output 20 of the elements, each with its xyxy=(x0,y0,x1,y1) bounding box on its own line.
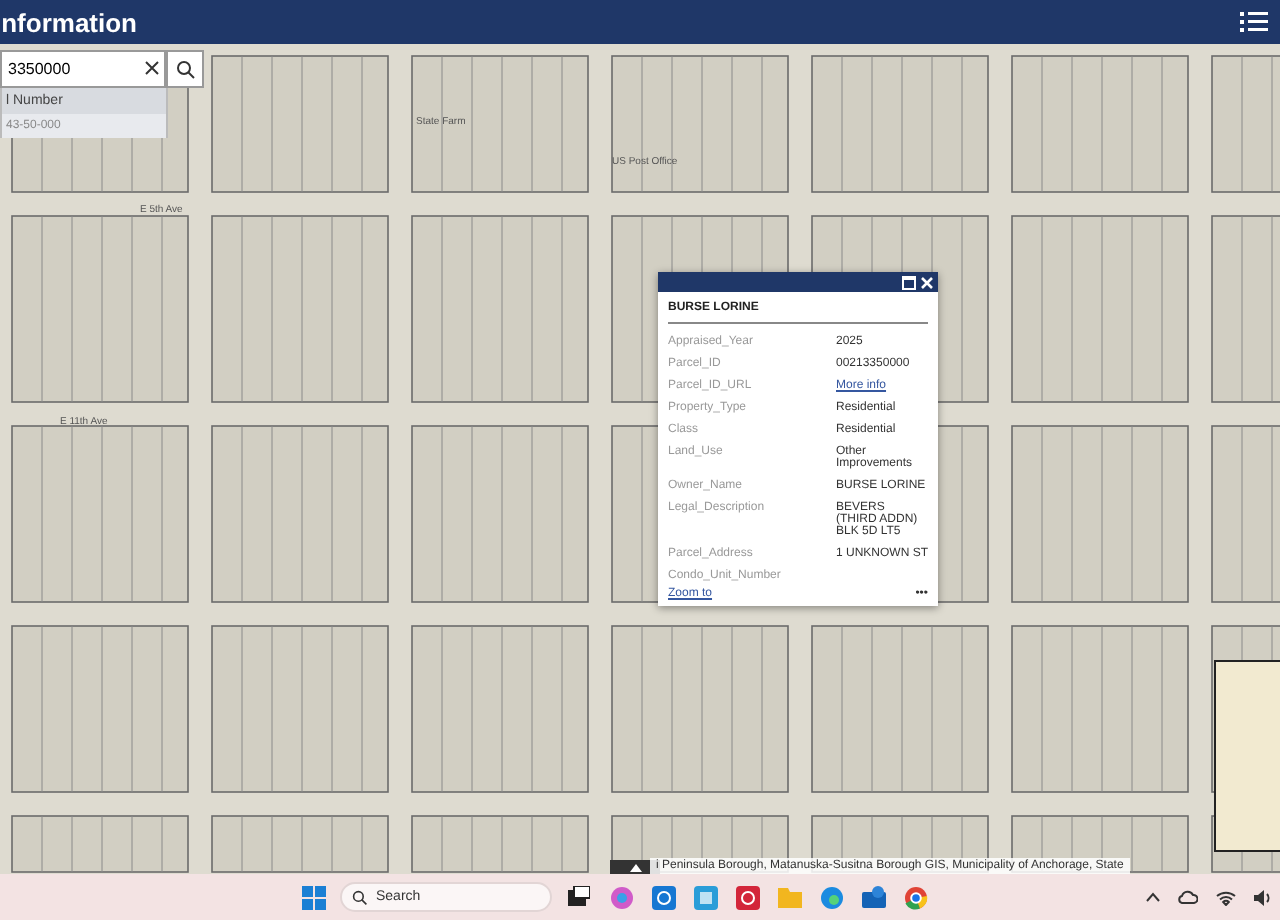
browser-icon[interactable] xyxy=(816,882,846,912)
app-icon[interactable] xyxy=(732,882,762,912)
maximize-icon[interactable] xyxy=(902,275,916,289)
clear-icon[interactable] xyxy=(144,60,160,76)
windows-icon[interactable] xyxy=(298,882,328,912)
chevron-up-icon[interactable] xyxy=(1146,892,1160,902)
cloud-icon[interactable] xyxy=(1178,890,1198,904)
search-button[interactable] xyxy=(166,50,204,88)
app-icon[interactable] xyxy=(648,882,678,912)
chrome-icon[interactable] xyxy=(900,882,930,912)
task-view-icon[interactable] xyxy=(564,882,594,912)
parcel-search-field[interactable]: 3350000 xyxy=(0,50,166,88)
wifi-icon[interactable] xyxy=(1216,889,1236,905)
search-icon xyxy=(175,59,195,79)
app-title: Information xyxy=(0,7,137,37)
search-icon xyxy=(352,889,368,905)
mail-icon[interactable] xyxy=(858,882,888,912)
volume-icon[interactable] xyxy=(1254,889,1272,905)
list-icon[interactable] xyxy=(1240,10,1268,34)
close-icon[interactable] xyxy=(920,275,934,289)
